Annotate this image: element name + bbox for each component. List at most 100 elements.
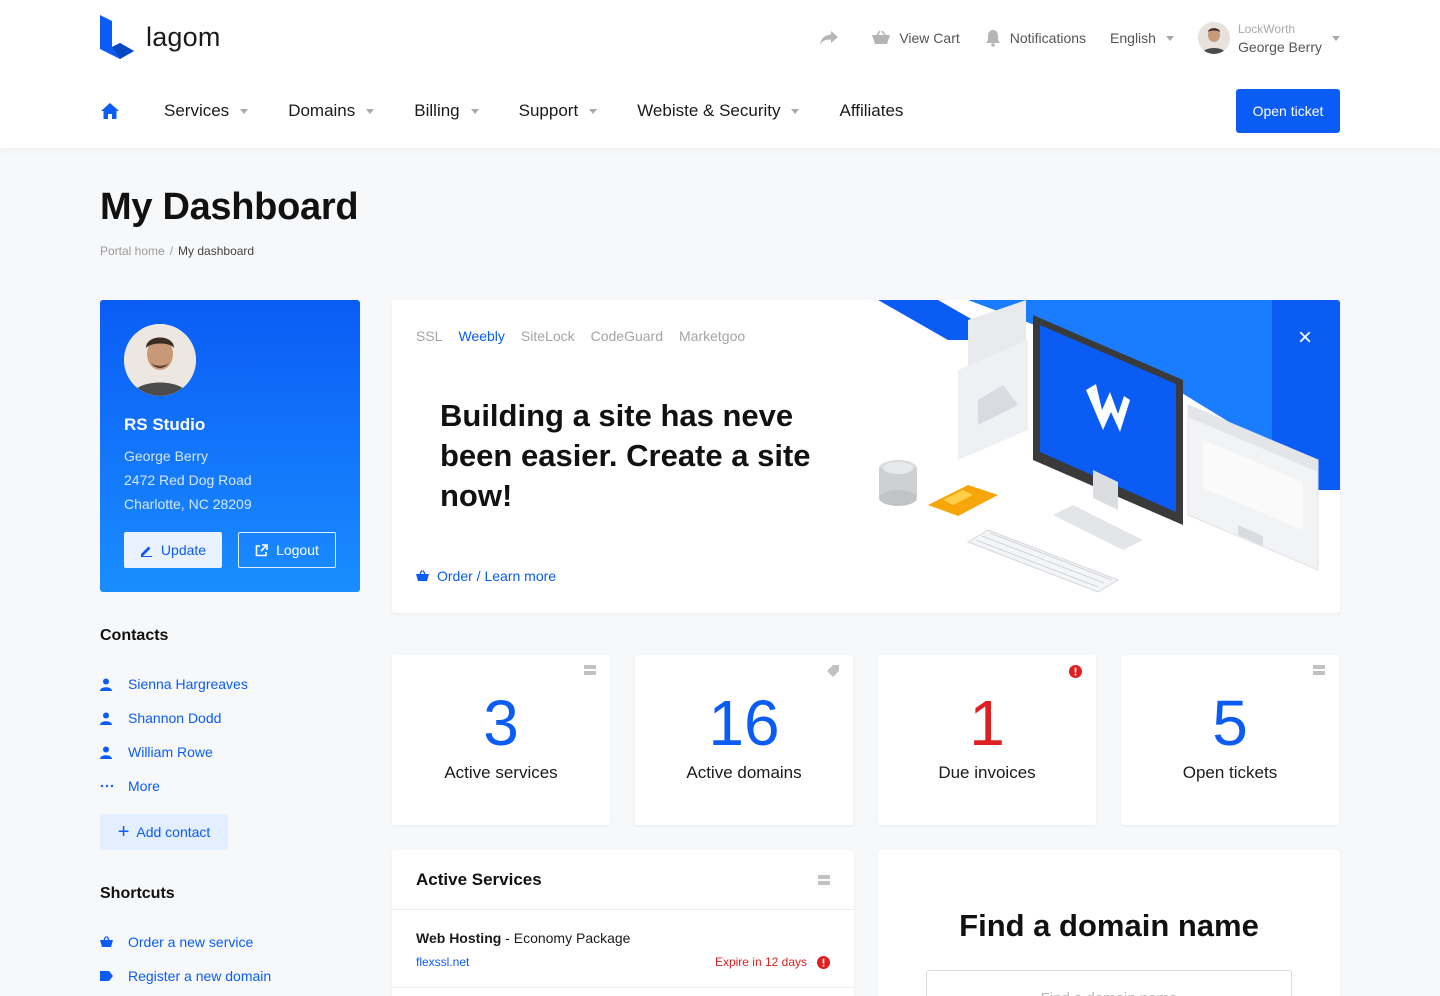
breadcrumb: Portal home / My dashboard (100, 244, 254, 258)
logout-button[interactable]: Logout (238, 532, 336, 568)
nav-item-services[interactable]: Services (164, 101, 249, 121)
plus-icon: + (117, 821, 130, 843)
header: lagom View Cart Notifications English Lo… (0, 0, 1440, 148)
nav-item-domains[interactable]: Domains (288, 101, 375, 121)
share-button[interactable] (819, 30, 847, 46)
tab-marketgoo[interactable]: Marketgoo (679, 328, 745, 344)
nav-label: Support (518, 101, 579, 120)
close-icon[interactable]: × (1298, 326, 1312, 350)
order-learn-more-link[interactable]: Order / Learn more (416, 568, 556, 584)
more-contacts-link[interactable]: More (100, 769, 360, 803)
profile-avatar (124, 324, 196, 396)
user-menu[interactable]: LockWorth George Berry (1197, 20, 1340, 56)
person-icon (100, 746, 112, 759)
basket-icon (100, 936, 113, 947)
tab-weebly[interactable]: Weebly (458, 328, 504, 344)
update-label: Update (160, 542, 207, 558)
active-services-title: Active Services (416, 869, 542, 889)
service-domain-link[interactable]: flexssl.net (416, 955, 469, 969)
stat-value: 16 (708, 687, 780, 759)
stat-tile-due-invoices[interactable]: 1 Due invoices (878, 655, 1096, 825)
contact-name: Shannon Dodd (128, 710, 222, 726)
stat-tile-active-domains[interactable]: 16 Active domains (635, 655, 853, 825)
breadcrumb-current: My dashboard (178, 244, 255, 258)
contact-link[interactable]: William Rowe (100, 735, 360, 769)
tab-sitelock[interactable]: SiteLock (521, 328, 575, 344)
service-package: - Economy Package (501, 930, 631, 946)
stat-label: Active services (444, 763, 558, 782)
profile-address: George Berry 2472 Red Dog Road Charlotte… (124, 444, 336, 516)
chevron-down-icon (366, 108, 375, 114)
domain-search-panel: Find a domain name (878, 850, 1340, 996)
view-cart-button[interactable]: View Cart (871, 30, 960, 46)
user-avatar-image (1197, 22, 1230, 54)
chevron-down-icon (470, 108, 479, 114)
chevron-down-icon (791, 108, 800, 114)
contacts-title: Contacts (100, 627, 169, 644)
nav-label: Billing (414, 101, 460, 120)
ellipsis-icon (100, 784, 114, 788)
lagom-logo-icon (100, 15, 134, 59)
user-name: George Berry (1237, 39, 1322, 55)
stat-tile-open-tickets[interactable]: 5 Open tickets (1121, 655, 1339, 825)
breadcrumb-separator: / (169, 244, 174, 258)
logout-label: Logout (276, 542, 319, 558)
alert-icon (817, 955, 830, 969)
add-contact-label: Add contact (136, 824, 211, 840)
language-selector[interactable]: English (1110, 30, 1174, 46)
notifications-button[interactable]: Notifications (984, 29, 1086, 47)
nav-item-billing[interactable]: Billing (414, 101, 479, 121)
nav-label: Services (164, 101, 230, 120)
page-title: My Dashboard (100, 186, 359, 228)
brand-name: lagom (146, 21, 221, 52)
chevron-down-icon (1332, 35, 1340, 41)
update-profile-button[interactable]: Update (124, 532, 222, 568)
contact-name: William Rowe (128, 744, 213, 760)
stat-label: Open tickets (1182, 763, 1278, 782)
profile-address-line2: Charlotte, NC 28209 (124, 496, 252, 512)
stat-value: 1 (969, 687, 1005, 759)
profile-name: George Berry (124, 448, 209, 464)
active-services-panel: Active Services Web Hosting - Economy Pa… (392, 850, 854, 996)
alert-icon (1069, 665, 1082, 678)
shortcut-order-service[interactable]: Order a new service (100, 925, 360, 959)
tag-icon (827, 665, 839, 677)
nav-item-affiliates[interactable]: Affiliates (839, 101, 903, 121)
domain-search-input[interactable] (926, 970, 1292, 996)
basket-icon (416, 570, 429, 581)
service-row[interactable]: Web Hosting - Economy Package flexssl.ne… (392, 910, 854, 988)
breadcrumb-portal-home[interactable]: Portal home (100, 244, 165, 258)
user-company: LockWorth (1237, 22, 1296, 36)
nav-item-website-security[interactable]: Webiste & Security (637, 101, 800, 121)
server-icon (818, 874, 830, 885)
stat-tile-active-services[interactable]: 3 Active services (392, 655, 610, 825)
profile-address-line1: 2472 Red Dog Road (124, 472, 252, 488)
main-nav: Services Domains Billing Support Webiste… (100, 89, 943, 133)
tab-ssl[interactable]: SSL (416, 328, 442, 344)
external-link-icon (255, 543, 268, 556)
profile-avatar-image (124, 324, 196, 396)
shortcuts-title: Shortcuts (100, 885, 175, 902)
shortcut-register-domain[interactable]: Register a new domain (100, 959, 360, 993)
open-ticket-button[interactable]: Open ticket (1236, 89, 1340, 133)
stat-value: 5 (1212, 687, 1248, 759)
nav-label: Domains (288, 101, 356, 120)
contact-link[interactable]: Sienna Hargreaves (100, 667, 360, 701)
stat-label: Active domains (686, 763, 802, 782)
tab-codeguard[interactable]: CodeGuard (591, 328, 663, 344)
service-product: Web Hosting (416, 930, 502, 946)
share-icon (820, 31, 839, 45)
promo-headline: Building a site has neve been easier. Cr… (440, 398, 811, 513)
chevron-down-icon (589, 108, 598, 114)
brand-logo[interactable]: lagom (100, 15, 221, 59)
more-label: More (128, 778, 160, 794)
person-icon (100, 712, 112, 725)
stat-label: Due invoices (938, 763, 1036, 782)
view-cart-label: View Cart (899, 30, 960, 46)
tag-icon (100, 971, 113, 981)
add-contact-button[interactable]: + Add contact (100, 814, 228, 850)
weebly-illustration (878, 300, 1340, 593)
contact-link[interactable]: Shannon Dodd (100, 701, 360, 735)
nav-item-support[interactable]: Support (519, 101, 598, 121)
home-icon[interactable] (100, 102, 120, 120)
